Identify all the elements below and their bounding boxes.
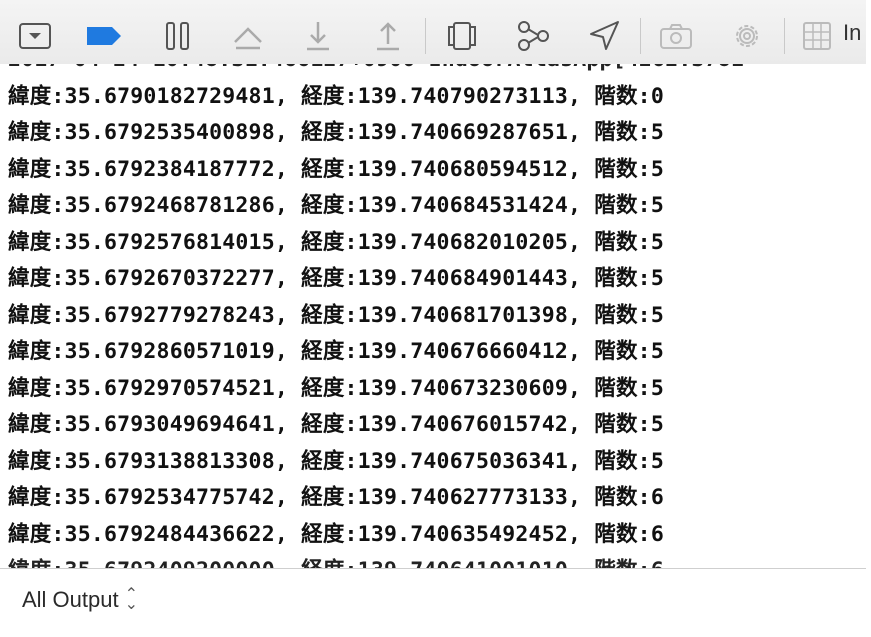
step-out-button[interactable]	[366, 14, 410, 58]
console-footer: All Output ⌃ ⌄	[0, 568, 866, 637]
pause-icon	[166, 22, 189, 50]
console-output-area[interactable]: 2017-04-24 10:48:31.466127+0900 IndoorAt…	[0, 64, 866, 568]
console-line: 緯度:35.6792970574521, 経度:139.740673230609…	[8, 375, 664, 401]
step-into-button[interactable]	[296, 14, 340, 58]
hide-console-icon	[19, 23, 51, 49]
camera-icon	[660, 24, 692, 49]
step-into-icon	[307, 22, 329, 51]
console-line: 緯度:35.6792779278243, 経度:139.740681701398…	[8, 302, 664, 328]
debug-memory-graph-button[interactable]	[511, 14, 555, 58]
debug-view-hierarchy-button[interactable]	[440, 14, 484, 58]
debug-console-window: In 2017-04-24 10:48:31.466127+0900 Indoo…	[0, 0, 871, 637]
output-filter-label: All Output	[22, 587, 119, 612]
hide-console-button[interactable]	[13, 14, 57, 58]
console-line: 緯度:35.6792384187772, 経度:139.740680594512…	[8, 156, 664, 182]
simulate-location-button[interactable]	[582, 14, 626, 58]
console-line: 緯度:35.6790182729481, 経度:139.740790273113…	[8, 83, 664, 109]
console-line: 緯度:35.6792409200000, 経度:139.740641001010…	[8, 553, 744, 568]
capture-gpu-frame-button[interactable]	[654, 14, 698, 58]
breakpoints-toggle-button[interactable]	[82, 14, 126, 58]
location-arrow-icon	[590, 21, 619, 50]
output-filter-select[interactable]: All Output ⌃ ⌄	[22, 587, 138, 613]
breakpoint-icon	[87, 27, 121, 45]
toolbar-separator	[784, 18, 785, 54]
console-line: 緯度:35.6793049694641, 経度:139.740676015742…	[8, 412, 664, 437]
view-hierarchy-icon	[448, 22, 476, 50]
debug-grid-button[interactable]	[795, 14, 839, 58]
console-lines: 2017-04-24 10:48:31.466127+0900 IndoorAt…	[8, 64, 744, 568]
step-over-button[interactable]	[226, 14, 270, 58]
gear-icon	[736, 25, 758, 47]
step-over-icon	[234, 27, 262, 50]
chevron-updown-icon: ⌃ ⌄	[124, 586, 139, 613]
window-edge	[866, 0, 871, 637]
toolbar-separator	[640, 18, 641, 54]
memory-graph-icon	[518, 21, 549, 51]
console-line: 緯度:35.6792860571019, 経度:139.740676660412…	[8, 339, 664, 364]
console-line: 緯度:35.6792468781286, 経度:139.740684531424…	[8, 193, 664, 218]
environment-overrides-button[interactable]	[725, 14, 769, 58]
pause-button[interactable]	[156, 14, 200, 58]
console-line: 2017-04-24 10:48:31.466127+0900 IndoorAt…	[8, 64, 744, 79]
console-line: 緯度:35.6792576814015, 経度:139.740682010205…	[8, 229, 664, 255]
console-line: 緯度:35.6792484436622, 経度:139.740635492452…	[8, 521, 664, 547]
debug-toolbar: In	[0, 0, 866, 73]
toolbar-trailing-label: In	[843, 20, 862, 45]
toolbar-separator	[425, 18, 426, 54]
console-line: 緯度:35.6792670372277, 経度:139.740684901443…	[8, 266, 664, 291]
console-line: 緯度:35.6792535400898, 経度:139.740669287651…	[8, 120, 664, 145]
console-line: 緯度:35.6793138813308, 経度:139.740675036341…	[8, 448, 664, 474]
console-line: 緯度:35.6792534775742, 経度:139.740627773133…	[8, 485, 664, 510]
grid-icon	[803, 22, 831, 50]
step-out-icon	[377, 22, 399, 51]
